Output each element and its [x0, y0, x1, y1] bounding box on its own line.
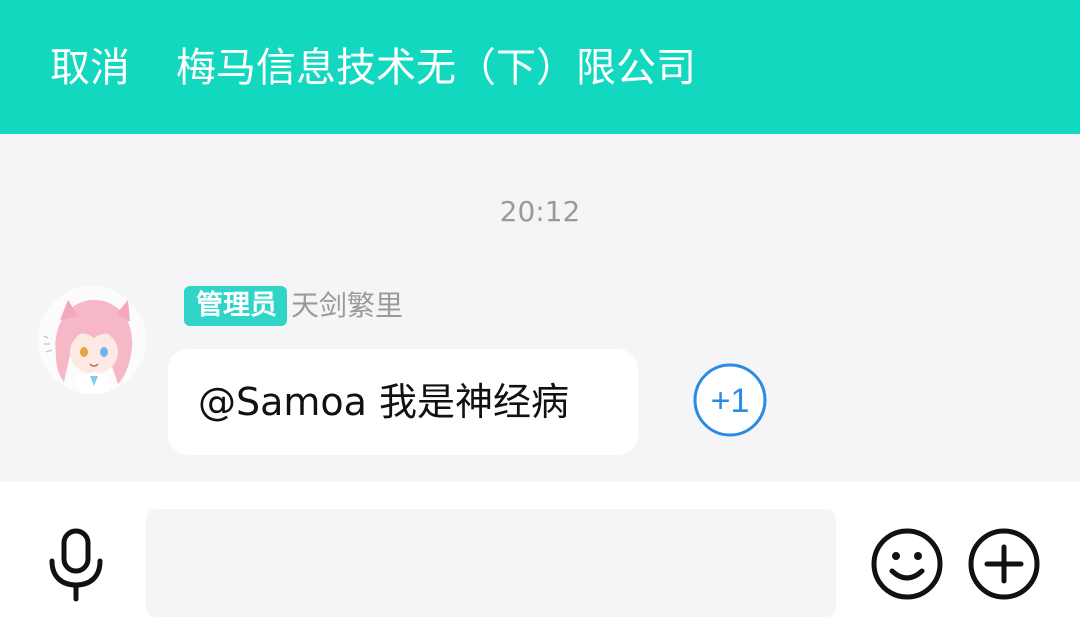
more-actions-button[interactable] [967, 527, 1041, 601]
avatar[interactable] [38, 286, 146, 394]
chat-header: 取消 梅马信息技术无（下）限公司 [0, 0, 1080, 134]
message-bubble[interactable]: @Samoa 我是神经病 [168, 349, 638, 455]
message-sender: 管理员 天剑繁里 [184, 286, 403, 328]
chat-title: 梅马信息技术无（下）限公司 [176, 45, 696, 91]
plus-one-button[interactable]: +1 [693, 363, 767, 437]
message-list[interactable]: 20:12 管理员 天剑繁里 @Samoa 我是神经病 +1 [0, 134, 1080, 482]
plus-one-icon: +1 [693, 363, 767, 437]
plus-one-label: +1 [711, 382, 750, 420]
voice-input-button[interactable] [46, 527, 106, 603]
admin-role-badge: 管理员 [184, 286, 287, 326]
sender-name[interactable]: 天剑繁里 [291, 286, 403, 326]
anime-girl-avatar-image [38, 286, 146, 394]
emoji-button[interactable] [870, 527, 944, 601]
message-timestamp: 20:12 [499, 195, 581, 228]
smiley-face-icon [871, 528, 943, 600]
input-bar [0, 482, 1080, 644]
plus-circle-icon [968, 528, 1040, 600]
message-input[interactable] [146, 509, 836, 617]
cancel-button[interactable]: 取消 [50, 42, 130, 94]
microphone-icon [49, 528, 103, 602]
